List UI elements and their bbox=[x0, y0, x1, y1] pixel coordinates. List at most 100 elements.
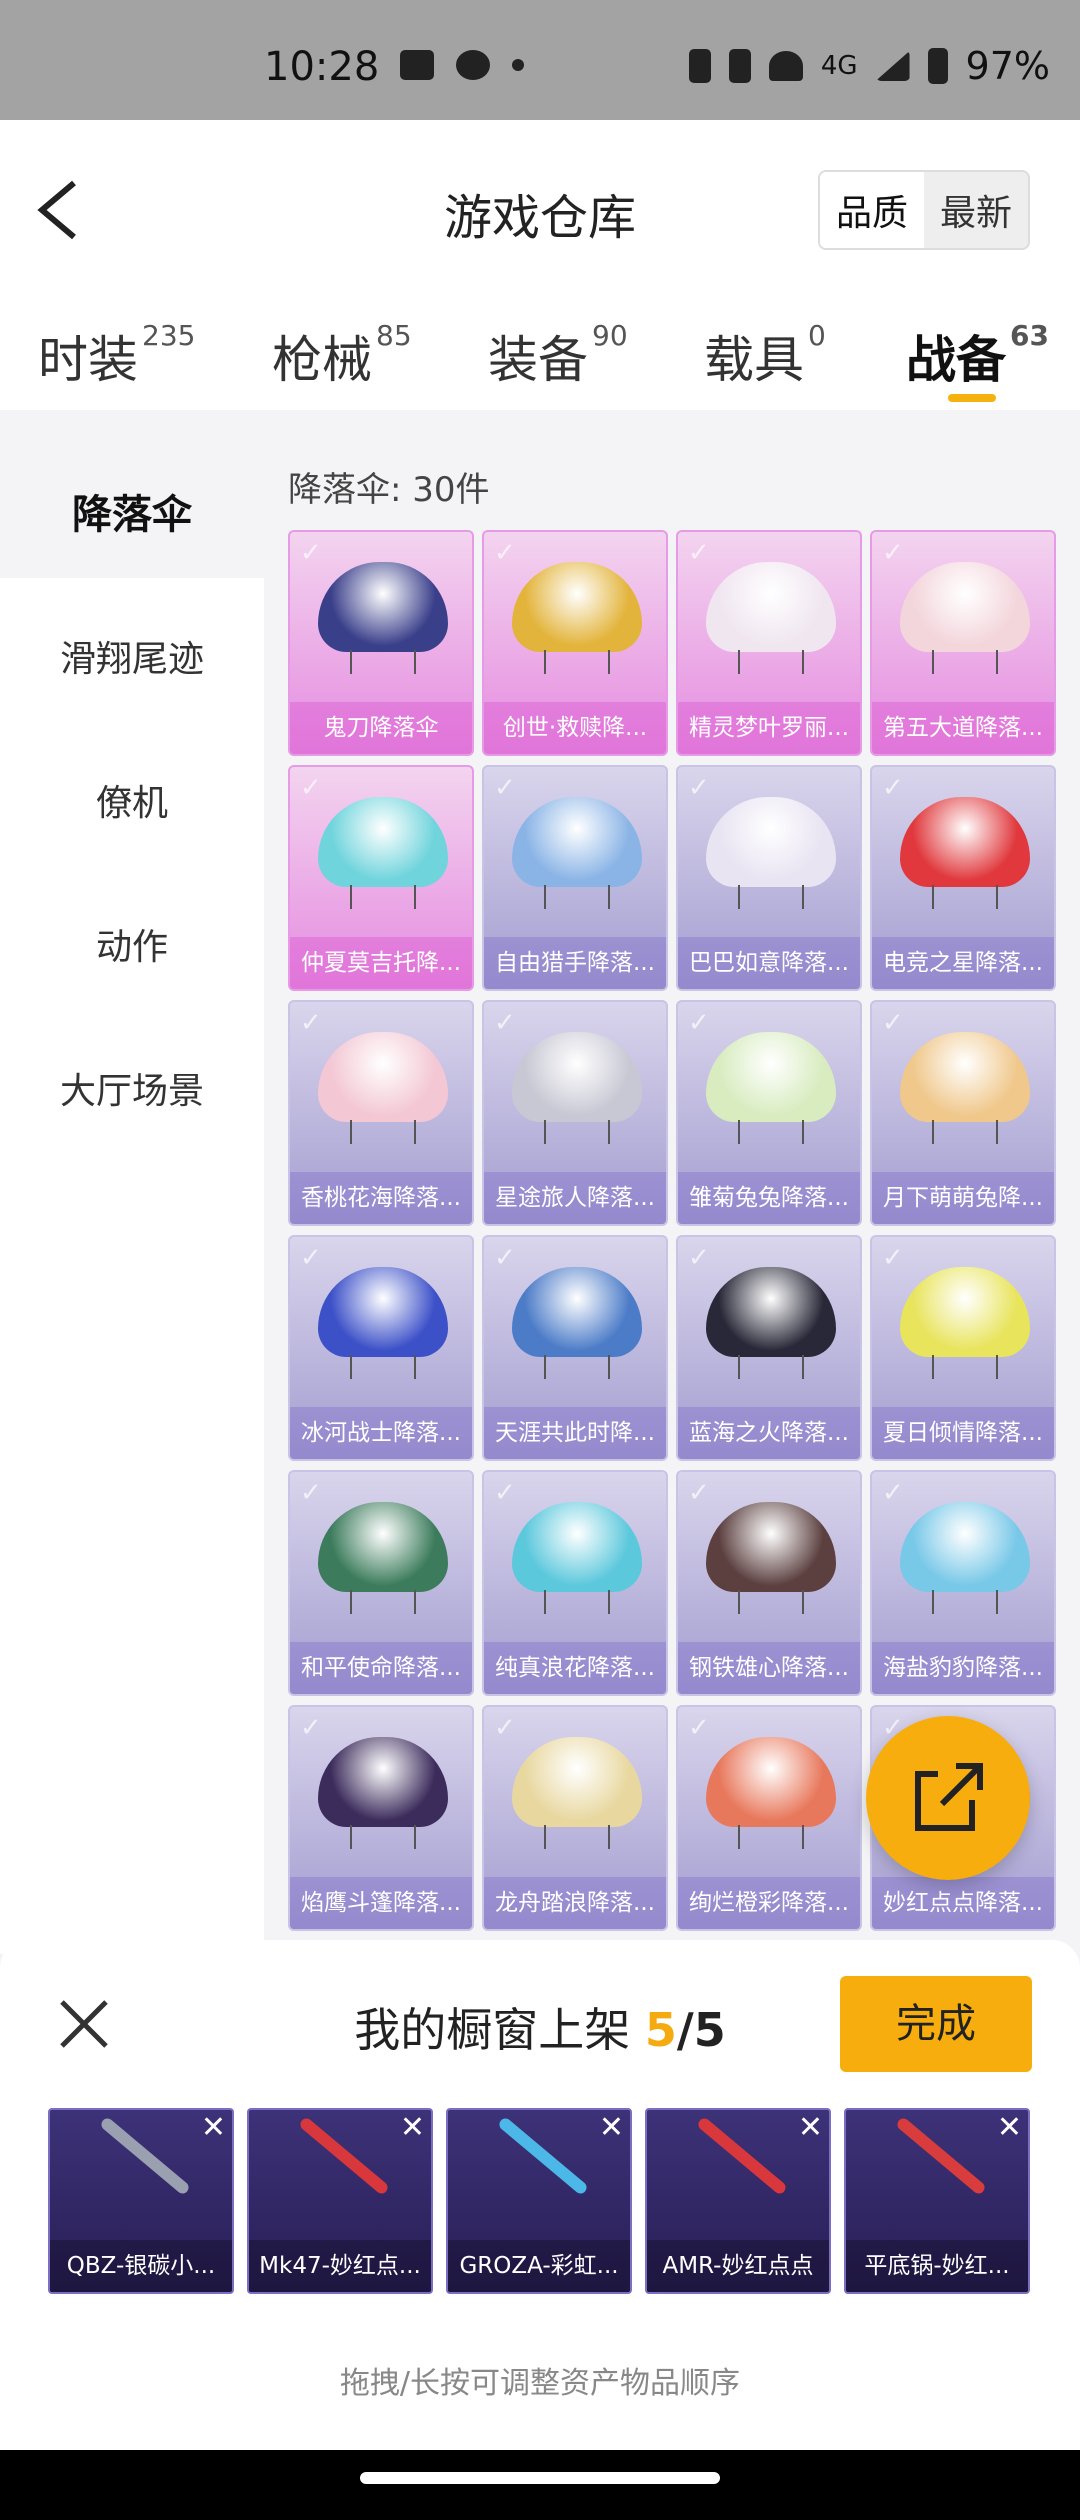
remove-icon[interactable]: ✕ bbox=[599, 2110, 624, 2145]
parachute-card[interactable]: ✓ 蓝海之火降落... bbox=[676, 1235, 862, 1461]
parachute-card[interactable]: ✓ 巴巴如意降落... bbox=[676, 765, 862, 991]
parachute-name: 巴巴如意降落... bbox=[678, 937, 860, 989]
parachute-card[interactable]: ✓ 第五大道降落... bbox=[870, 530, 1056, 756]
parachute-icon bbox=[512, 797, 642, 887]
parachute-card[interactable]: ✓ 星途旅人降落... bbox=[482, 1000, 668, 1226]
parachute-icon bbox=[318, 1737, 448, 1827]
parachute-name: 自由猎手降落... bbox=[484, 937, 666, 989]
check-icon: ✓ bbox=[688, 1713, 710, 1743]
check-icon: ✓ bbox=[494, 1008, 516, 1038]
parachute-card[interactable]: ✓ 钢铁雄心降落... bbox=[676, 1470, 862, 1696]
sort-quality-button[interactable]: 品质 bbox=[819, 172, 924, 248]
parachute-card[interactable]: ✓ 和平使命降落... bbox=[288, 1470, 474, 1696]
parachute-card[interactable]: ✓ 精灵梦叶罗丽... bbox=[676, 530, 862, 756]
showcase-item[interactable]: ✕ QBZ-银碳小... bbox=[48, 2108, 234, 2294]
parachute-card[interactable]: ✓ 天涯共此时降... bbox=[482, 1235, 668, 1461]
parachute-card[interactable]: ✓ 鬼刀降落伞 bbox=[288, 530, 474, 756]
remove-icon[interactable]: ✕ bbox=[997, 2110, 1022, 2145]
parachute-card[interactable]: ✓ 香桃花海降落... bbox=[288, 1000, 474, 1226]
check-icon: ✓ bbox=[494, 1478, 516, 1508]
tab-equipment[interactable]: 装备 90 bbox=[488, 319, 628, 392]
parachute-card[interactable]: ✓ 焰鹰斗篷降落... bbox=[288, 1705, 474, 1931]
parachute-card[interactable]: ✓ 冰河战士降落... bbox=[288, 1235, 474, 1461]
showcase-item[interactable]: ✕ AMR-妙红点点 bbox=[645, 2108, 831, 2294]
parachute-name: 精灵梦叶罗丽... bbox=[678, 702, 860, 754]
weapon-icon bbox=[298, 2116, 390, 2196]
sidebar-item-wingman[interactable]: 僚机 bbox=[0, 774, 264, 826]
tab-label: 时装 bbox=[38, 331, 138, 389]
parachute-name: 妙红点点降落... bbox=[872, 1877, 1054, 1929]
check-icon: ✓ bbox=[688, 538, 710, 568]
parachute-card[interactable]: ✓ 月下萌萌兔降... bbox=[870, 1000, 1056, 1226]
check-icon: ✓ bbox=[882, 538, 904, 568]
weapon-icon bbox=[696, 2116, 788, 2196]
parachute-name: 龙舟踏浪降落... bbox=[484, 1877, 666, 1929]
parachute-card[interactable]: ✓ 纯真浪花降落... bbox=[482, 1470, 668, 1696]
check-icon: ✓ bbox=[688, 773, 710, 803]
parachute-card[interactable]: ✓ 电竞之星降落... bbox=[870, 765, 1056, 991]
parachute-icon bbox=[706, 1502, 836, 1592]
parachute-card[interactable]: ✓ 海盐豹豹降落... bbox=[870, 1470, 1056, 1696]
sort-toggle[interactable]: 品质 最新 bbox=[817, 170, 1030, 250]
parachute-card[interactable]: ✓ 雏菊兔兔降落... bbox=[676, 1000, 862, 1226]
tab-count: 235 bbox=[142, 319, 196, 353]
parachute-name: 鬼刀降落伞 bbox=[290, 702, 472, 754]
showcase-item[interactable]: ✕ GROZA-彩虹... bbox=[446, 2108, 632, 2294]
sidebar-item-parachute[interactable]: 降落伞 bbox=[0, 482, 264, 540]
tab-count: 90 bbox=[592, 319, 628, 353]
weapon-icon bbox=[99, 2116, 191, 2196]
parachute-name: 纯真浪花降落... bbox=[484, 1642, 666, 1694]
sidebar: 降落伞 滑翔尾迹 僚机 动作 大厅场景 bbox=[0, 434, 264, 1954]
parachute-name: 蓝海之火降落... bbox=[678, 1407, 860, 1459]
parachute-icon bbox=[318, 797, 448, 887]
parachute-name: 冰河战士降落... bbox=[290, 1407, 472, 1459]
tab-label: 装备 bbox=[488, 331, 588, 389]
network-type: 4G bbox=[820, 51, 858, 81]
parachute-lines bbox=[932, 1590, 998, 1614]
check-icon: ✓ bbox=[882, 1478, 904, 1508]
tab-vehicles[interactable]: 载具 0 bbox=[704, 319, 826, 392]
parachute-lines bbox=[350, 1590, 416, 1614]
parachute-lines bbox=[544, 1355, 610, 1379]
parachute-card[interactable]: ✓ 自由猎手降落... bbox=[482, 765, 668, 991]
showcase-panel: 我的橱窗上架 5/5 完成 ✕ QBZ-银碳小... ✕ Mk47-妙红点... ✕ GR… bbox=[0, 1940, 1080, 2450]
showcase-item[interactable]: ✕ Mk47-妙红点... bbox=[247, 2108, 433, 2294]
parachute-name: 电竞之星降落... bbox=[872, 937, 1054, 989]
parachute-card[interactable]: ✓ 夏日倾情降落... bbox=[870, 1235, 1056, 1461]
vibrate-icon bbox=[688, 49, 711, 83]
parachute-name: 和平使命降落... bbox=[290, 1642, 472, 1694]
parachute-name: 天涯共此时降... bbox=[484, 1407, 666, 1459]
check-icon: ✓ bbox=[494, 1243, 516, 1273]
parachute-lines bbox=[544, 1590, 610, 1614]
showcase-item[interactable]: ✕ 平底锅-妙红... bbox=[844, 2108, 1030, 2294]
home-gesture-bar[interactable] bbox=[360, 2472, 720, 2484]
parachute-card[interactable]: ✓ 创世·救赎降... bbox=[482, 530, 668, 756]
tab-combat-supplies[interactable]: 战备 63 bbox=[906, 319, 1049, 392]
parachute-name: 绚烂橙彩降落... bbox=[678, 1877, 860, 1929]
remove-icon[interactable]: ✕ bbox=[400, 2110, 425, 2145]
parachute-icon bbox=[900, 797, 1030, 887]
parachute-icon bbox=[900, 562, 1030, 652]
wifi-icon bbox=[768, 51, 803, 81]
sidebar-item-lobby-scene[interactable]: 大厅场景 bbox=[0, 1062, 264, 1114]
tab-guns[interactable]: 枪械 85 bbox=[272, 319, 412, 392]
sidebar-item-glide-trail[interactable]: 滑翔尾迹 bbox=[0, 630, 264, 682]
reorder-hint: 拖拽/长按可调整资产物品顺序 bbox=[339, 2366, 741, 2401]
share-button[interactable] bbox=[866, 1716, 1030, 1880]
parachute-name: 月下萌萌兔降... bbox=[872, 1172, 1054, 1224]
tab-fashion[interactable]: 时装 235 bbox=[38, 319, 196, 392]
parachute-card[interactable]: ✓ 绚烂橙彩降落... bbox=[676, 1705, 862, 1931]
parachute-icon bbox=[512, 1502, 642, 1592]
parachute-card[interactable]: ✓ 仲夏莫吉托降... bbox=[288, 765, 474, 991]
parachute-lines bbox=[544, 1120, 610, 1144]
parachute-card[interactable]: ✓ 龙舟踏浪降落... bbox=[482, 1705, 668, 1931]
remove-icon[interactable]: ✕ bbox=[798, 2110, 823, 2145]
check-icon: ✓ bbox=[494, 538, 516, 568]
done-button[interactable]: 完成 bbox=[840, 1976, 1032, 2072]
remove-icon[interactable]: ✕ bbox=[201, 2110, 226, 2145]
sort-newest-button[interactable]: 最新 bbox=[924, 172, 1028, 248]
parachute-lines bbox=[738, 650, 804, 674]
showcase-item-name: QBZ-银碳小... bbox=[50, 2240, 232, 2292]
more-notifications-icon bbox=[512, 59, 524, 71]
sidebar-item-emote[interactable]: 动作 bbox=[0, 918, 264, 970]
